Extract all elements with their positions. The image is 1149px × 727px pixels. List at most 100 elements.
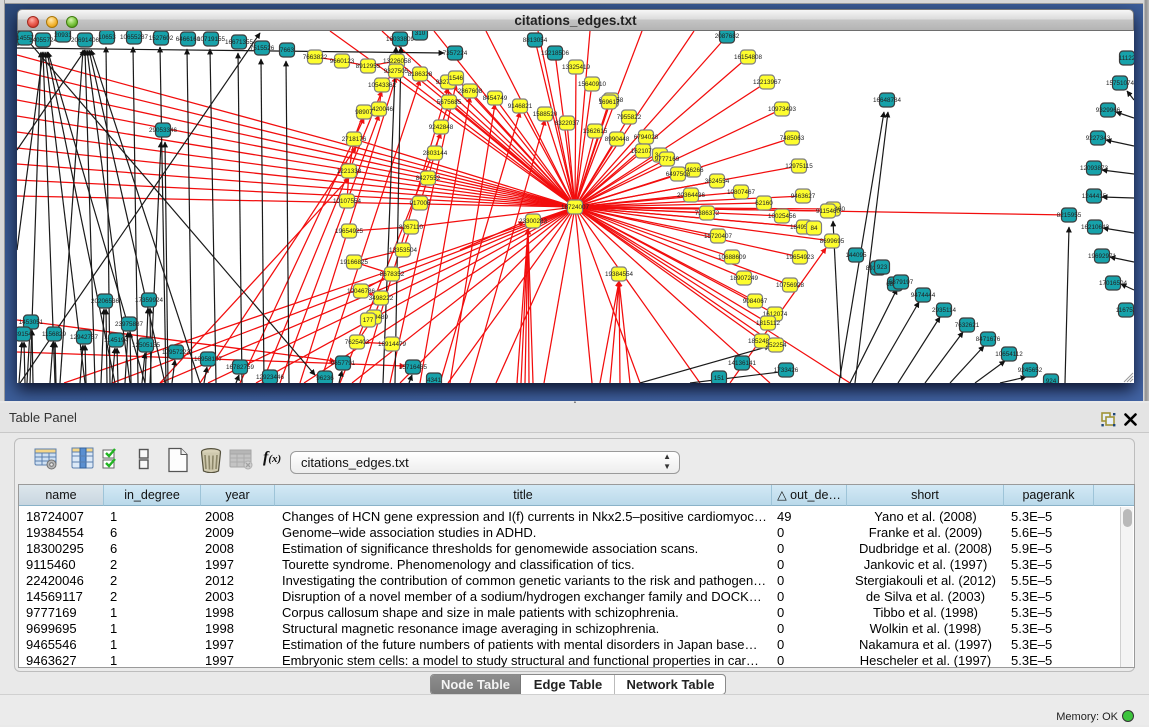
svg-text:8322037: 8322037 [555,120,580,127]
svg-text:20206536: 20206536 [91,298,120,305]
svg-text:917006: 917006 [409,200,431,207]
svg-text:17957223: 17957223 [162,349,191,356]
svg-text:10107554: 10107554 [333,198,362,205]
svg-text:14055724: 14055724 [29,37,58,44]
svg-text:19692971: 19692971 [1088,253,1117,260]
svg-text:16782759: 16782759 [226,364,255,371]
svg-text:177: 177 [363,317,374,324]
svg-text:6497508: 6497508 [666,171,691,178]
svg-text:10958107: 10958107 [194,356,223,363]
svg-text:3498222: 3498222 [369,295,394,302]
svg-text:16648784: 16648784 [873,97,902,104]
svg-text:7663: 7663 [280,47,295,54]
svg-text:15720407: 15720407 [704,233,733,240]
svg-text:10654112: 10654112 [995,351,1023,358]
svg-text:6879197: 6879197 [889,279,914,286]
svg-text:16210643: 16210643 [1081,224,1110,231]
svg-text:7632621: 7632621 [955,322,980,329]
svg-text:19166825: 19166825 [340,259,369,266]
svg-text:6794028: 6794028 [634,134,659,141]
svg-text:12505135: 12505135 [132,342,161,349]
svg-text:1362615: 1362615 [583,128,608,135]
svg-text:8699695: 8699695 [820,238,845,245]
svg-text:9115460: 9115460 [816,208,841,215]
svg-text:7485063: 7485063 [780,135,805,142]
svg-text:8427552: 8427552 [416,175,441,182]
svg-text:9660123: 9660123 [330,58,355,65]
svg-text:15751074: 15751074 [1106,80,1134,87]
svg-text:16914479: 16914479 [378,341,407,348]
svg-text:9474444: 9474444 [911,292,936,299]
svg-text:96236: 96236 [316,375,334,382]
svg-text:8267110: 8267110 [399,224,424,231]
svg-text:1244415: 1244415 [1082,193,1107,200]
svg-text:8990448: 8990448 [605,136,630,143]
svg-text:9329966: 9329966 [1096,107,1121,114]
svg-text:23975887: 23975887 [115,321,144,328]
svg-text:12093873: 12093873 [1080,165,1109,172]
svg-text:1588520: 1588520 [533,111,558,118]
svg-text:18724007: 18724007 [561,204,590,211]
svg-text:12923446: 12923446 [256,374,285,381]
svg-text:1815112: 1815112 [756,320,781,327]
svg-text:2087682: 2087682 [715,33,740,40]
svg-text:20364436: 20364436 [677,192,706,199]
svg-text:8813054: 8813054 [523,37,548,44]
svg-text:15716485: 15716485 [399,364,428,371]
svg-text:19218506: 19218506 [541,50,570,57]
svg-text:2803144: 2803144 [423,150,448,157]
svg-text:17016504: 17016504 [1099,280,1128,287]
svg-text:10653: 10653 [98,34,116,41]
svg-text:8454749: 8454749 [483,95,508,102]
svg-text:3624554: 3624554 [705,178,730,185]
svg-text:13353504: 13353504 [389,247,418,254]
svg-text:1145194: 1145194 [104,337,129,344]
svg-text:12942757: 12942757 [70,334,99,341]
svg-text:19654925: 19654925 [335,228,364,235]
svg-text:10807467: 10807467 [727,189,756,196]
svg-text:8186328: 8186328 [408,71,433,78]
svg-text:1453051: 1453051 [19,319,44,326]
svg-text:16154808: 16154808 [734,54,763,61]
svg-text:20691406: 20691406 [71,37,100,44]
svg-text:7625402: 7625402 [345,339,370,346]
svg-text:9657791: 9657791 [331,360,356,367]
svg-text:1733426: 1733426 [774,367,799,374]
svg-text:9327505: 9327505 [384,68,409,75]
svg-text:9084067: 9084067 [743,298,768,305]
svg-text:10025456: 10025456 [768,213,797,220]
svg-text:10046786: 10046786 [347,288,376,295]
svg-text:39154: 39154 [17,331,32,338]
svg-text:1527602: 1527602 [149,35,174,42]
svg-text:20931: 20931 [54,32,72,39]
svg-text:62160: 62160 [755,200,773,207]
svg-text:7663822: 7663822 [303,54,328,61]
svg-text:8215955: 8215955 [1057,212,1082,219]
svg-text:924: 924 [1046,378,1057,383]
svg-text:252254: 252254 [765,342,787,349]
svg-text:1546: 1546 [449,75,464,82]
svg-text:7386372: 7386372 [695,210,720,217]
svg-text:19654923: 19654923 [786,254,815,261]
svg-text:19384554: 19384554 [605,271,634,278]
svg-text:9463627: 9463627 [791,193,816,200]
svg-text:7357224: 7357224 [443,50,468,57]
svg-text:8471676: 8471676 [976,336,1001,343]
svg-text:11122: 11122 [1119,55,1134,62]
svg-text:18907249: 18907249 [730,275,759,282]
svg-text:7955822: 7955822 [617,114,642,121]
svg-text:5675685: 5675685 [437,99,462,106]
svg-text:10655287: 10655287 [120,34,149,41]
svg-text:98907: 98907 [355,109,373,116]
svg-text:23300283: 23300283 [519,218,548,225]
svg-text:13325419: 13325419 [562,64,591,71]
svg-text:310: 310 [415,31,426,37]
svg-text:144095: 144095 [845,252,867,259]
svg-text:16033809: 16033809 [386,36,415,43]
svg-text:15640910: 15640910 [578,81,607,88]
svg-text:2867608: 2867608 [458,88,483,95]
svg-text:12213967: 12213967 [753,79,782,86]
svg-text:9777169: 9777169 [655,156,680,163]
svg-text:4341: 4341 [427,377,442,383]
svg-text:9242848: 9242848 [429,124,454,131]
